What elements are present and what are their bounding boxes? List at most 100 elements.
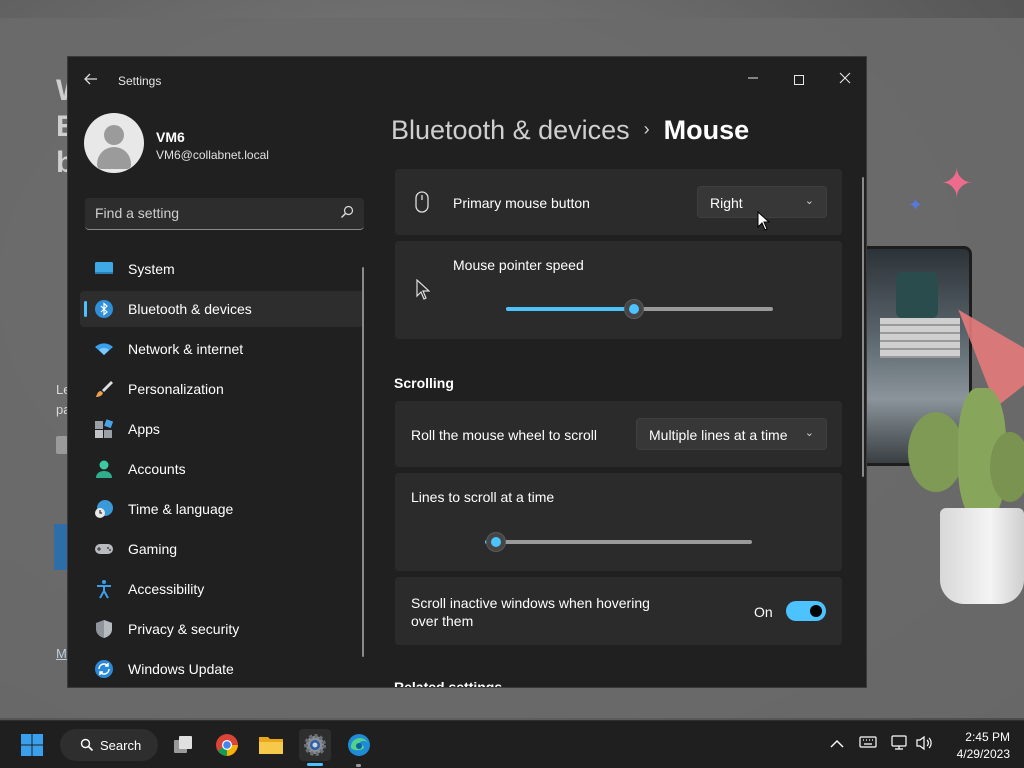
- sidebar-item-network[interactable]: Network & internet: [80, 331, 364, 367]
- search-box[interactable]: [85, 198, 364, 230]
- sidebar-item-label: Personalization: [128, 381, 224, 397]
- maximize-button[interactable]: [776, 63, 822, 95]
- apps-icon: [95, 419, 114, 438]
- dropdown-value: Multiple lines at a time: [649, 427, 788, 443]
- bluetooth-icon: [95, 300, 113, 318]
- sidebar-item-label: Gaming: [128, 541, 178, 557]
- taskbar: Search 2:45 PM 4/29/2023: [0, 720, 1024, 768]
- profile-email: VM6@collabnet.local: [156, 148, 269, 162]
- sparkle-icon: ✦: [908, 195, 924, 215]
- chevron-down-icon: ⌄: [804, 195, 814, 207]
- sidebar-nav: System Bluetooth & devices Network & int…: [80, 251, 364, 687]
- sidebar-item-label: Apps: [128, 421, 160, 437]
- task-view-icon: [174, 736, 192, 753]
- sidebar-item-time-language[interactable]: Time & language: [80, 491, 364, 527]
- sidebar-item-label: System: [128, 261, 175, 277]
- avatar[interactable]: [84, 113, 144, 173]
- breadcrumb-separator: ›: [643, 119, 650, 139]
- lines-to-scroll-card: Lines to scroll at a time: [395, 473, 842, 571]
- sidebar-item-system[interactable]: System: [80, 251, 364, 287]
- accessibility-icon: [97, 580, 111, 599]
- content-scrollbar[interactable]: [862, 177, 864, 477]
- lines-to-scroll-slider[interactable]: [485, 532, 752, 552]
- back-arrow-icon[interactable]: [82, 71, 100, 89]
- slider-fill: [506, 307, 634, 311]
- taskbar-search[interactable]: Search: [60, 729, 158, 761]
- settings-window: Settings VM6 VM6@collabnet.local System …: [67, 56, 867, 688]
- related-settings-heading: Related settings: [394, 679, 503, 688]
- primary-mouse-button-label: Primary mouse button: [453, 195, 590, 211]
- pointer-speed-slider[interactable]: [506, 299, 773, 319]
- sidebar-item-apps[interactable]: Apps: [80, 411, 364, 447]
- wallpaper-mug: [896, 272, 938, 318]
- volume-icon[interactable]: [915, 735, 935, 755]
- slider-thumb[interactable]: [624, 299, 644, 319]
- chrome-button[interactable]: [211, 729, 243, 761]
- sidebar-item-label: Privacy & security: [128, 621, 240, 637]
- active-app-indicator: [307, 763, 323, 766]
- sidebar-item-label: Bluetooth & devices: [128, 301, 252, 317]
- wheel-scroll-label: Roll the mouse wheel to scroll: [411, 427, 597, 443]
- sidebar-item-windows-update[interactable]: Windows Update: [80, 651, 364, 687]
- scroll-inactive-card: Scroll inactive windows when hovering ov…: [395, 577, 842, 645]
- page-title: Mouse: [663, 115, 750, 145]
- task-view-button[interactable]: [167, 729, 199, 761]
- sidebar-item-label: Accounts: [128, 461, 186, 477]
- sidebar-item-gaming[interactable]: Gaming: [80, 531, 364, 567]
- breadcrumb-parent[interactable]: Bluetooth & devices: [391, 115, 630, 145]
- sidebar-item-personalization[interactable]: Personalization: [80, 371, 364, 407]
- clock-globe-icon: [95, 500, 113, 518]
- search-icon: [80, 738, 94, 752]
- app-title: Settings: [118, 74, 162, 88]
- sidebar-item-label: Windows Update: [128, 661, 234, 677]
- sidebar-scrollbar[interactable]: [362, 267, 364, 657]
- shield-icon: [96, 620, 112, 638]
- wifi-icon: [95, 343, 113, 355]
- network-icon[interactable]: [890, 735, 910, 755]
- edge-button[interactable]: [343, 729, 375, 761]
- wallpaper-cactus: [990, 432, 1024, 502]
- sidebar-item-privacy-security[interactable]: Privacy & security: [80, 611, 364, 647]
- close-button[interactable]: [822, 63, 866, 95]
- person-icon: [96, 460, 112, 478]
- sparkle-icon: ✦: [940, 162, 974, 206]
- file-explorer-icon: [259, 737, 283, 754]
- chevron-up-icon[interactable]: [827, 735, 847, 755]
- settings-taskbar-button[interactable]: [299, 729, 331, 761]
- title-bar: Settings: [68, 57, 866, 105]
- keyboard-icon[interactable]: [858, 735, 878, 755]
- search-input[interactable]: [85, 198, 325, 228]
- start-button[interactable]: [16, 729, 48, 761]
- toggle-knob: [810, 605, 822, 617]
- pointer-speed-label: Mouse pointer speed: [453, 257, 584, 273]
- background-button: [54, 524, 68, 570]
- sidebar-item-accounts[interactable]: Accounts: [80, 451, 364, 487]
- windows-start-icon: [21, 734, 43, 756]
- minimize-button[interactable]: [730, 63, 776, 95]
- wheel-scroll-dropdown[interactable]: Multiple lines at a time ⌄: [636, 418, 827, 450]
- slider-thumb[interactable]: [486, 532, 506, 552]
- background-link: M: [56, 646, 67, 661]
- sidebar-item-accessibility[interactable]: Accessibility: [80, 571, 364, 607]
- brush-icon: [96, 381, 113, 397]
- monitor-icon: [95, 262, 113, 274]
- clock-time[interactable]: 2:45 PM: [950, 730, 1010, 744]
- file-explorer-button[interactable]: [255, 729, 287, 761]
- mouse-icon: [415, 191, 429, 213]
- search-icon[interactable]: [340, 205, 354, 219]
- wallpaper-pot: [940, 508, 1024, 604]
- sidebar-item-label: Accessibility: [128, 581, 205, 597]
- running-app-indicator: [356, 764, 361, 767]
- clock-date[interactable]: 4/29/2023: [940, 747, 1010, 761]
- dropdown-value: Right: [710, 195, 743, 211]
- chevron-down-icon: ⌄: [804, 427, 814, 439]
- profile-name: VM6: [156, 129, 185, 145]
- chrome-icon: [216, 734, 238, 756]
- sidebar-item-bluetooth-devices[interactable]: Bluetooth & devices: [80, 291, 364, 327]
- toggle-state-label: On: [754, 604, 773, 620]
- avatar-body: [97, 147, 131, 169]
- breadcrumb: Bluetooth & devices › Mouse: [391, 115, 749, 146]
- scroll-inactive-toggle[interactable]: [786, 601, 826, 621]
- avatar-head: [104, 125, 124, 145]
- pointer-speed-card: Mouse pointer speed: [395, 241, 842, 339]
